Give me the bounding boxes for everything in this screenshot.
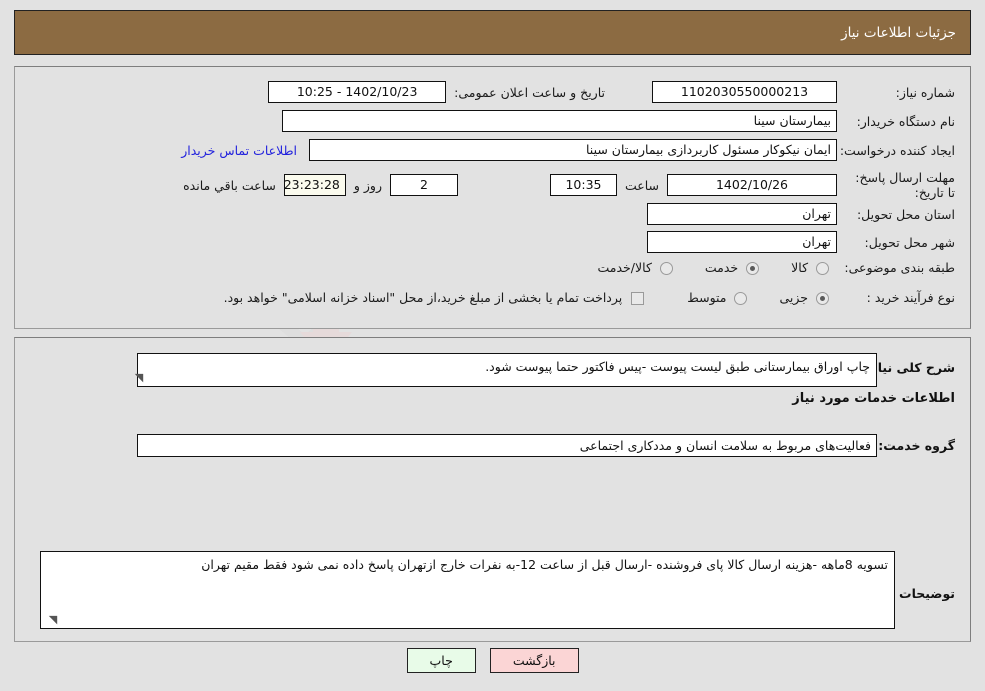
need-number-row: شماره نیاز: 1102030550000213 — [652, 81, 955, 103]
deadline-label: مهلت ارسال پاسخ: تا تاریخ: — [855, 170, 955, 200]
back-button[interactable]: بازگشت — [489, 648, 579, 673]
category-row: طبقه بندی موضوعی: کالا خدمت کالا/خدمت — [588, 260, 955, 275]
announce-label: تاریخ و ساعت اعلان عمومی: — [454, 84, 605, 100]
countdown-label: ساعت باقي مانده — [183, 177, 276, 193]
process-option-jozii-label: جزیی — [779, 290, 809, 305]
category-label: طبقه بندی موضوعی: — [844, 260, 955, 275]
province-value: تهران — [647, 203, 837, 225]
category-option-kala-khedmat[interactable]: کالا/خدمت — [588, 260, 677, 275]
deadline-hour-label: ساعت — [624, 177, 659, 193]
city-row: شهر محل تحویل: تهران — [647, 231, 955, 253]
category-option-khedmat[interactable]: خدمت — [695, 260, 763, 275]
buyer-org-label: نام دستگاه خریدار: — [856, 113, 955, 129]
process-option-motevaset-label: متوسط — [687, 290, 727, 305]
description-resize-grip[interactable]: ◥ — [133, 372, 145, 384]
treasury-checkbox-icon[interactable] — [631, 292, 645, 305]
service-group-label: گروه خدمت: — [878, 438, 955, 453]
category-option-khedmat-label: خدمت — [704, 260, 739, 275]
province-label: استان محل تحویل: — [856, 206, 955, 222]
buyer-notes-textarea[interactable]: تسویه 8ماهه -هزینه ارسال کالا پای فروشند… — [40, 551, 895, 629]
category-option-kala-khedmat-label: کالا/خدمت — [597, 260, 652, 275]
province-row: استان محل تحویل: تهران — [647, 203, 955, 225]
description-textarea[interactable]: چاپ اوراق بیمارستانی طبق لیست پیوست -پیس… — [137, 353, 877, 387]
remaining-days-label: روز و — [353, 177, 382, 193]
page-title: جزئیات اطلاعات نیاز — [841, 24, 956, 41]
city-value: تهران — [647, 231, 837, 253]
deadline-time-value: 10:35 — [549, 174, 617, 196]
process-option-motevaset[interactable]: متوسط — [677, 290, 751, 305]
process-label: نوع فرآیند خرید : — [866, 290, 955, 305]
radio-kala-icon[interactable] — [816, 262, 829, 275]
services-section-heading: اطلاعات خدمات مورد نیاز — [792, 391, 955, 406]
radio-khedmat-icon[interactable] — [746, 262, 760, 275]
process-row: نوع فرآیند خرید : جزیی متوسط پرداخت تمام… — [214, 290, 955, 305]
city-label: شهر محل تحویل: — [864, 234, 955, 250]
need-number-label: شماره نیاز: — [895, 84, 955, 100]
description-label: شرح کلی نیاز: — [865, 360, 955, 375]
treasury-checkbox-label: پرداخت تمام یا بخشی از مبلغ خرید،از محل … — [223, 290, 623, 305]
deadline-date-value: 1402/10/26 — [667, 174, 837, 196]
print-button[interactable]: چاپ — [406, 648, 476, 673]
process-option-jozii[interactable]: جزیی — [769, 290, 833, 305]
buyer-org-value: بیمارستان سینا — [282, 110, 837, 132]
buyer-contact-link[interactable]: اطلاعات تماس خریدار — [181, 143, 297, 158]
need-number-value: 1102030550000213 — [652, 81, 837, 103]
buyer-notes-resize-grip[interactable]: ◥ — [47, 614, 59, 626]
deadline-row: مهلت ارسال پاسخ: تا تاریخ: 1402/10/26 سا… — [183, 170, 955, 200]
announce-value: 1402/10/23 - 10:25 — [268, 81, 447, 103]
remaining-days-value: 2 — [389, 174, 458, 196]
creator-row: ایجاد کننده درخواست: ایمان نیکوکار مسئول… — [181, 139, 955, 161]
treasury-checkbox-group[interactable]: پرداخت تمام یا بخشی از مبلغ خرید،از محل … — [214, 290, 650, 305]
service-group-value: فعالیت‌های مربوط به سلامت انسان و مددکار… — [137, 434, 877, 457]
creator-label: ایجاد کننده درخواست: — [839, 142, 955, 158]
category-option-kala[interactable]: کالا — [781, 260, 833, 275]
announce-row: تاریخ و ساعت اعلان عمومی: 1402/10/23 - 1… — [268, 81, 605, 103]
radio-kala-khedmat-icon[interactable] — [659, 262, 673, 275]
buyer-org-row: نام دستگاه خریدار: بیمارستان سینا — [282, 110, 955, 132]
radio-jozii-icon[interactable] — [816, 292, 829, 305]
category-option-kala-label: کالا — [791, 260, 809, 275]
countdown-value: 23:23:28 — [283, 174, 346, 196]
page-header-bar: جزئیات اطلاعات نیاز — [14, 10, 971, 55]
page-root: AnaTender.net جزئیات اطلاعات نیاز شماره … — [0, 0, 985, 691]
radio-motevaset-icon[interactable] — [734, 292, 748, 305]
creator-value: ایمان نیکوکار مسئول کاربردازی بیمارستان … — [309, 139, 837, 161]
action-button-bar: بازگشت چاپ — [0, 648, 985, 673]
